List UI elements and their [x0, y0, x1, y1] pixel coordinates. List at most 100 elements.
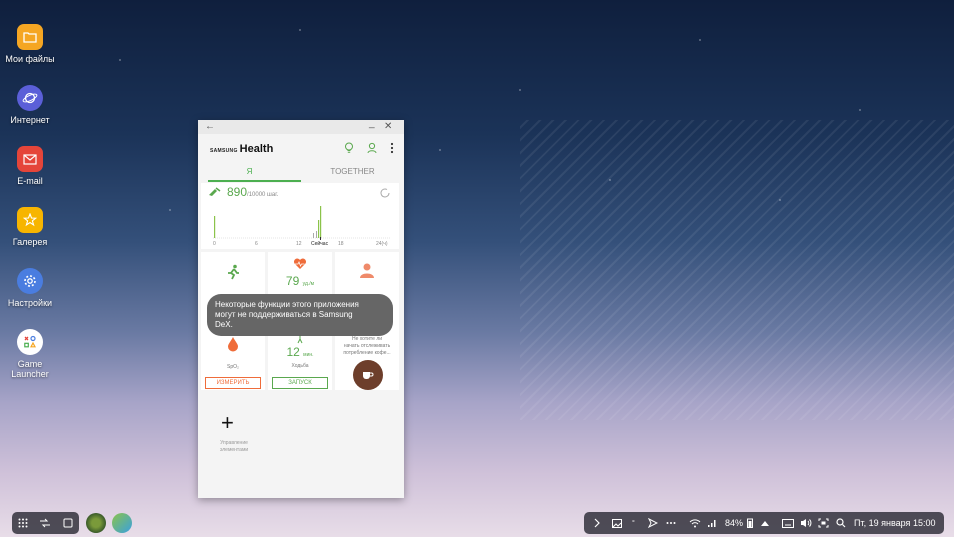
tab-together[interactable]: TOGETHER [301, 164, 404, 182]
desktop-icon-label: Интернет [10, 115, 50, 125]
desktop-icon-game-launcher[interactable]: Game Launcher [0, 329, 60, 379]
desktop-icon-email[interactable]: E-mail [0, 146, 60, 186]
coffee-prompt: Не хотите ли начать отслеживать потребле… [335, 336, 399, 357]
manage-items-label: Управление элементами [209, 440, 259, 454]
axis-tick: 0 [213, 241, 216, 247]
home-square-icon[interactable] [63, 518, 73, 528]
step-bar [316, 231, 317, 238]
coffee-line: начать отслеживать [343, 343, 391, 349]
steps-axis: 0 6 12 Сейчас 18 24(ч) [201, 241, 399, 249]
window-titlebar[interactable]: ← _ ✕ [198, 118, 404, 134]
start-button[interactable]: ЗАПУСК [272, 377, 328, 389]
desktop-icon-my-files[interactable]: Мои файлы [0, 24, 60, 64]
flower-icon [17, 207, 43, 233]
more-options-icon[interactable] [390, 142, 394, 154]
profile-icon[interactable] [367, 142, 377, 154]
lightbulb-icon[interactable] [344, 142, 354, 154]
walk-value: 12 мин. [268, 345, 332, 359]
apps-grid-icon[interactable] [18, 518, 28, 528]
app-logo: SAMSUNG Health [210, 143, 273, 155]
toast-line: могут не поддерживаться в Samsung [215, 310, 353, 319]
coffee-line: потребление кофе... [343, 350, 391, 356]
planet-icon [17, 85, 43, 111]
step-bar [320, 206, 322, 238]
dock-app-clash-icon[interactable] [86, 513, 106, 533]
axis-tick: 6 [255, 241, 258, 247]
mail-icon [17, 146, 43, 172]
navigation-dock [12, 512, 79, 534]
heart-rate-icon [293, 258, 307, 269]
temperature-icon: ° [632, 519, 635, 527]
screen-capture-icon[interactable] [818, 512, 829, 534]
refresh-icon[interactable] [379, 187, 391, 199]
caret-up-icon[interactable] [761, 512, 769, 534]
desktop-icon-label: Мои файлы [5, 54, 55, 64]
step-bar [214, 216, 216, 238]
battery-percent: 84% [725, 518, 744, 528]
more-notifications-icon[interactable] [666, 512, 676, 534]
folder-icon [17, 24, 43, 50]
spo2-label: SpO₂ [227, 364, 239, 370]
manage-line: Управление [220, 440, 248, 446]
heart-rate-value: 79 уд./м [268, 274, 332, 288]
image-icon[interactable] [612, 512, 622, 534]
send-icon[interactable] [648, 512, 658, 534]
coffee-cup-icon [363, 372, 374, 379]
axis-tick-now: Сейчас [311, 241, 329, 247]
brand-large-text: Health [239, 143, 274, 155]
desktop-icon-label: Game Launcher [0, 359, 60, 379]
drop-icon [228, 337, 238, 352]
game-launcher-icon [17, 329, 43, 355]
step-bar [313, 233, 314, 238]
running-person-icon [228, 264, 239, 280]
toast-line: DeX. [215, 320, 233, 329]
desktop-icon-label: E-mail [17, 176, 43, 186]
active-tab-indicator [208, 180, 301, 182]
signal-icon [707, 512, 717, 534]
desktop-icon-label: Настройки [7, 298, 53, 308]
chevron-right-icon[interactable] [594, 512, 600, 534]
clock-label[interactable]: 15:00 [913, 512, 936, 534]
brand-small-text: SAMSUNG [210, 148, 238, 154]
tab-bar: Я TOGETHER [198, 164, 404, 182]
desktop-icon-gallery[interactable]: Галерея [0, 207, 60, 247]
shoe-icon [209, 187, 221, 196]
date-label[interactable]: Пт, 19 января [854, 512, 910, 534]
manage-line: элементами [219, 447, 249, 453]
axis-tick: 18 [338, 241, 344, 247]
stress-person-icon [360, 263, 374, 278]
desktop-icon-label: Галерея [12, 237, 48, 247]
steps-hourly-chart [213, 206, 391, 240]
volume-icon[interactable] [800, 512, 812, 534]
walk-label: Ходьба [291, 363, 309, 369]
step-bar [318, 220, 320, 238]
axis-tick: 12 [296, 241, 302, 247]
manage-items-tile[interactable]: + Управление элементами [201, 396, 265, 476]
close-icon[interactable]: ✕ [384, 121, 392, 133]
axis-tick: 24(ч) [376, 241, 388, 247]
search-icon[interactable] [836, 512, 846, 534]
coffee-button[interactable] [353, 360, 383, 390]
coffee-line: Не хотите ли [351, 336, 383, 342]
plus-icon: + [221, 410, 234, 435]
header-actions [344, 142, 394, 154]
heart-rate-number: 79 [285, 274, 300, 288]
steps-value: 890/10000 шаг. [227, 185, 278, 199]
dex-compatibility-toast: Некоторые функции этого приложения могут… [207, 294, 393, 336]
battery-icon [747, 512, 753, 534]
back-arrow-icon[interactable]: ← [205, 121, 215, 133]
keyboard-icon[interactable] [782, 512, 794, 534]
recent-apps-icon[interactable] [39, 518, 51, 528]
wifi-icon[interactable] [689, 512, 701, 534]
heart-rate-unit: уд./м [302, 281, 315, 287]
minimize-icon[interactable]: _ [369, 118, 375, 130]
dock-app-health-icon[interactable] [112, 513, 132, 533]
desktop-icon-internet[interactable]: Интернет [0, 85, 60, 125]
steps-goal: /10000 шаг. [247, 192, 279, 198]
desktop-icon-label-line: Launcher [11, 369, 49, 379]
desktop-icon-label-line: Game [17, 359, 43, 369]
steps-card[interactable]: 890/10000 шаг. 0 6 12 Сейчас 18 24(ч) [201, 183, 399, 249]
measure-button[interactable]: ИЗМЕРИТЬ [205, 377, 261, 389]
desktop-icon-settings[interactable]: Настройки [0, 268, 60, 308]
walk-unit: мин. [303, 352, 314, 358]
